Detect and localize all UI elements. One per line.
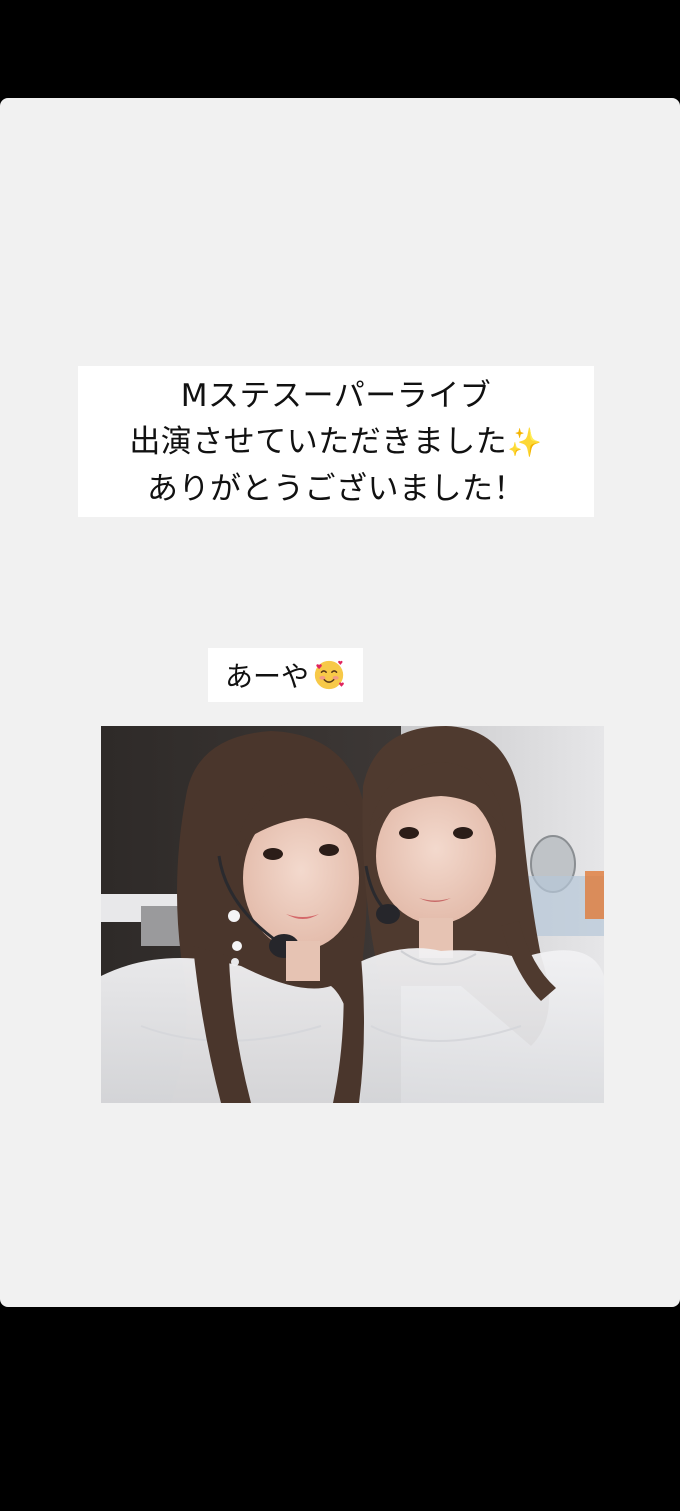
name-tag-text: あーや (224, 660, 309, 693)
sparkles-icon: ✨ (507, 426, 543, 459)
name-tag: あーや (208, 648, 363, 702)
selfie-photo-image (101, 726, 604, 1103)
story-card: Mステスーパーライブ 出演させていただきました✨ ありがとうございました！ あー… (0, 98, 680, 1307)
caption-line-2-text: 出演させていただきました (129, 424, 508, 460)
caption-text-box: Mステスーパーライブ 出演させていただきました✨ ありがとうございました！ (78, 366, 594, 517)
caption-line-3: ありがとうございました！ (147, 471, 525, 507)
caption-line-1: Mステスーパーライブ (180, 378, 492, 414)
caption-line-2: 出演させていただきました✨ (129, 419, 542, 466)
smiling-face-with-hearts-icon (314, 660, 344, 690)
selfie-photo (101, 726, 604, 1103)
